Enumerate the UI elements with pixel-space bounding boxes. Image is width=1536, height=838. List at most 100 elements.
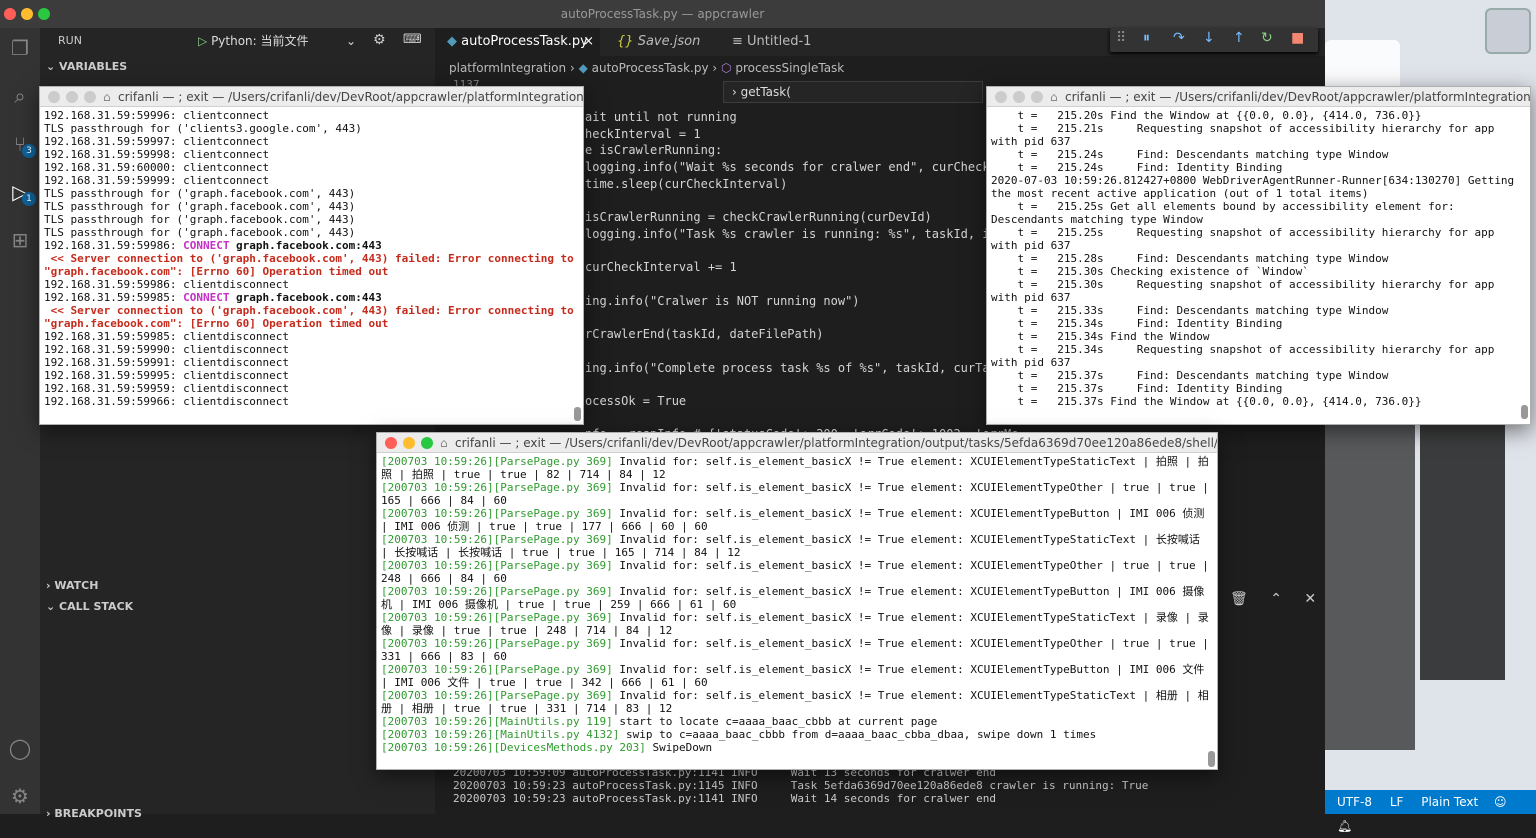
eol-indicator[interactable]: LF xyxy=(1390,795,1404,809)
trash-icon[interactable]: 🗑 xyxy=(1230,591,1248,607)
line-text: TLS passthrough for ('graph.facebook.com… xyxy=(44,187,356,200)
vm-drive-icon[interactable] xyxy=(1485,8,1531,54)
terminal-line: 192.168.31.59:59998: clientconnect xyxy=(44,148,579,161)
debug-console-icon[interactable]: ⌨ xyxy=(403,32,422,47)
drag-handle-icon[interactable]: ⠿ xyxy=(1116,30,1126,46)
extensions-icon[interactable]: ⊞ xyxy=(6,226,34,254)
log-prefix: [200703 10:59:26][ParsePage.py 369] xyxy=(381,663,613,676)
notifications-bell-icon[interactable]: 🔔︎ xyxy=(1337,819,1352,833)
breakpoints-section-header[interactable]: › BREAKPOINTS xyxy=(40,804,142,824)
feedback-icon[interactable]: ☺ xyxy=(1494,795,1507,809)
maximize-window-button[interactable] xyxy=(1031,91,1043,103)
log-prefix: [200703 10:59:26][ParsePage.py 369] xyxy=(381,611,613,624)
language-mode[interactable]: Plain Text xyxy=(1421,795,1478,809)
step-into-icon[interactable]: ↓ xyxy=(1203,30,1215,46)
terminal-window-wda[interactable]: ⌂ crifanli — ; exit — /Users/crifanli/de… xyxy=(986,86,1531,425)
gear-icon[interactable]: ⚙ xyxy=(373,32,386,48)
terminal-output[interactable]: [200703 10:59:26][ParsePage.py 369] Inva… xyxy=(377,453,1217,756)
settings-gear-icon[interactable]: ⚙ xyxy=(6,782,34,810)
terminal-window-mitmproxy[interactable]: ⌂ crifanli — ; exit — /Users/crifanli/de… xyxy=(39,86,584,425)
code-line: ait until not running xyxy=(585,110,737,124)
terminal-line: [200703 10:59:26][DevicesMethods.py 203]… xyxy=(381,741,1213,754)
close-window-button[interactable] xyxy=(48,91,60,103)
close-window-button[interactable] xyxy=(4,8,16,20)
log-line: 20200703 10:59:23 autoProcessTask.py:114… xyxy=(453,792,997,805)
breadcrumb-folder[interactable]: platformIntegration xyxy=(449,61,566,75)
debug-config-select[interactable]: ▷ Python: 当前文件 ⌄ xyxy=(198,31,360,51)
code-line: ing.info("Cralwer is NOT running now") xyxy=(585,293,860,308)
peek-label: getTask( xyxy=(740,85,791,99)
terminal-output[interactable]: t = 215.20s Find the Window at {{0.0, 0.… xyxy=(987,107,1530,410)
code-line: time.sleep(curCheckInterval) xyxy=(585,176,788,191)
log-prefix: [200703 10:59:26][ParsePage.py 369] xyxy=(381,507,613,520)
step-out-icon[interactable]: ↑ xyxy=(1233,30,1245,46)
line-text: 192.168.31.59:59986: clientdisconnect xyxy=(44,278,290,291)
scrollbar[interactable] xyxy=(574,407,581,421)
line-text: 192.168.31.59:59959: clientdisconnect xyxy=(44,382,290,395)
call-stack-label: CALL STACK xyxy=(59,600,134,613)
terminal-line: [200703 10:59:26][ParsePage.py 369] Inva… xyxy=(381,481,1213,507)
minimize-window-button[interactable] xyxy=(21,8,33,20)
terminal-line: t = 215.25s Requesting snapshot of acces… xyxy=(991,226,1501,252)
maximize-panel-icon[interactable]: ⌃ xyxy=(1270,591,1282,607)
close-tab-icon[interactable]: × xyxy=(583,28,594,56)
watch-section-header[interactable]: › WATCH xyxy=(40,576,98,596)
line-text: 192.168.31.59:59997: clientconnect xyxy=(44,135,270,148)
encoding-indicator[interactable]: UTF-8 xyxy=(1337,795,1372,809)
window-title: autoProcessTask.py — appcrawler xyxy=(560,7,765,21)
close-window-button[interactable] xyxy=(385,437,397,449)
explorer-icon[interactable]: ❐ xyxy=(6,34,34,62)
code-line: ing.info("Complete process task %s of %s… xyxy=(585,360,1019,375)
stop-icon[interactable]: ■ xyxy=(1291,30,1304,46)
step-over-icon[interactable]: ↷ xyxy=(1173,30,1185,46)
terminal-line: t = 215.28s Find: Descendants matching t… xyxy=(991,252,1389,265)
terminal-line: t = 215.34s Find the Window xyxy=(991,330,1210,343)
error-text: << Server connection to ('graph.facebook… xyxy=(44,304,581,330)
home-folder-icon: ⌂ xyxy=(103,90,111,104)
minimize-window-button[interactable] xyxy=(66,91,78,103)
tab-save-json[interactable]: {} Save.json xyxy=(605,28,715,56)
maximize-window-button[interactable] xyxy=(421,437,433,449)
account-icon[interactable]: ◯ xyxy=(6,734,34,762)
maximize-window-button[interactable] xyxy=(38,8,50,20)
terminal-line: [200703 10:59:26][ParsePage.py 369] Inva… xyxy=(381,585,1213,611)
line-text: 192.168.31.59:59996: clientconnect xyxy=(44,109,270,122)
pause-icon[interactable]: ⏸ xyxy=(1143,30,1150,46)
minimize-window-button[interactable] xyxy=(1013,91,1025,103)
breadcrumb-symbol[interactable]: processSingleTask xyxy=(735,61,844,75)
scrollbar[interactable] xyxy=(1521,405,1528,419)
close-window-button[interactable] xyxy=(995,91,1007,103)
search-icon[interactable]: ⌕ xyxy=(6,82,34,110)
log-line: 20200703 10:59:23 autoProcessTask.py:114… xyxy=(453,779,1149,792)
peek-widget[interactable]: › getTask( xyxy=(723,81,983,103)
minimap[interactable] xyxy=(1420,420,1505,680)
terminal-line: t = 215.30s Requesting snapshot of acces… xyxy=(991,278,1501,304)
restart-icon[interactable]: ↻ xyxy=(1261,30,1273,46)
home-folder-icon: ⌂ xyxy=(1050,90,1058,104)
log-prefix: [200703 10:59:26][DevicesMethods.py 203] xyxy=(381,741,646,754)
tab-autoprocesstask[interactable]: ◆ autoProcessTask.py × xyxy=(435,28,600,56)
variables-section-header[interactable]: ⌄ VARIABLES xyxy=(40,57,127,77)
tab-untitled[interactable]: ≡ Untitled-1 xyxy=(720,28,830,56)
terminal-window-crawler[interactable]: ⌂ crifanli — ; exit — /Users/crifanli/de… xyxy=(376,432,1218,770)
close-panel-icon[interactable]: ✕ xyxy=(1304,591,1316,607)
debug-console-panel: 20200703 10:59:09 autoProcessTask.py:114… xyxy=(435,766,1325,814)
source-control-icon[interactable]: ⑂ 3 xyxy=(6,130,36,158)
start-debug-icon[interactable]: ▷ xyxy=(198,34,207,48)
line-text: 192.168.31.59:59998: clientconnect xyxy=(44,148,270,161)
code-line: ocessOk = True xyxy=(585,393,687,408)
scrollbar[interactable] xyxy=(1208,751,1215,767)
terminal-output[interactable]: 192.168.31.59:59996: clientconnect TLS pa… xyxy=(40,107,583,410)
run-debug-icon[interactable]: ▷ 1 xyxy=(6,178,36,206)
log-prefix: [200703 10:59:26][ParsePage.py 369] xyxy=(381,585,613,598)
debug-toolbar: ⠿ ⏸ ↷ ↓ ↑ ↻ ■ xyxy=(1110,28,1318,52)
terminal-line: 192.168.31.59:59959: clientdisconnect xyxy=(44,382,579,395)
maximize-window-button[interactable] xyxy=(84,91,96,103)
terminal-line: [200703 10:59:26][ParsePage.py 369] Inva… xyxy=(381,689,1213,715)
breadcrumb-file[interactable]: autoProcessTask.py xyxy=(592,61,709,75)
minimize-window-button[interactable] xyxy=(403,437,415,449)
call-stack-section-header[interactable]: ⌄ CALL STACK xyxy=(40,597,133,617)
terminal-line: 192.168.31.59:59997: clientconnect xyxy=(44,135,579,148)
terminal-line: 192.168.31.59:60000: clientconnect xyxy=(44,161,579,174)
terminal-line: TLS passthrough for ('graph.facebook.com… xyxy=(44,187,579,200)
